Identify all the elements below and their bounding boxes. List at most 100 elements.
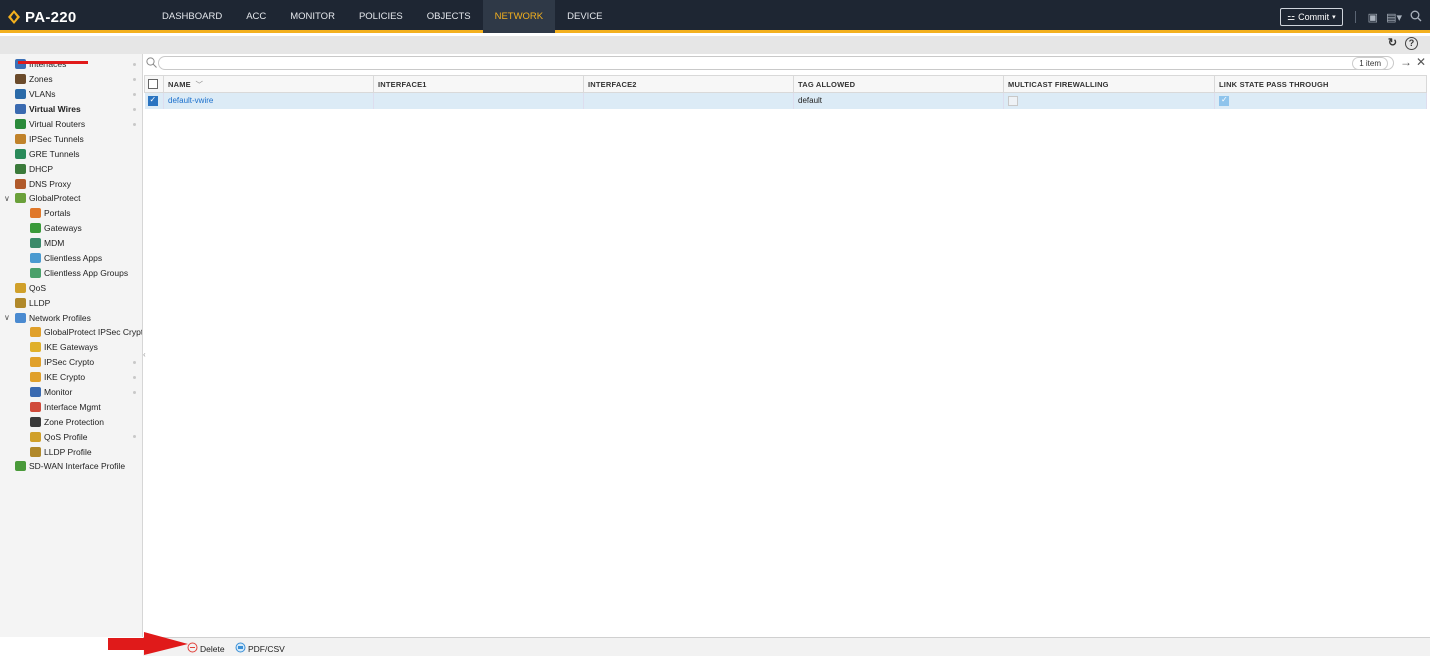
sidebar-item-label: GlobalProtect bbox=[29, 193, 81, 204]
sidebar-item-ike-gateways[interactable]: IKE Gateways bbox=[0, 340, 142, 355]
tab-objects[interactable]: OBJECTS bbox=[415, 0, 483, 33]
sidebar-item-label: Virtual Wires bbox=[29, 104, 81, 115]
zones-icon bbox=[15, 74, 26, 85]
sidebar-item-label: VLANs bbox=[29, 89, 56, 100]
search-icon[interactable] bbox=[1410, 10, 1422, 25]
qos-profile-icon bbox=[30, 431, 41, 442]
network-sidebar: Interfaces Zones VLANs Virtual Wires Virtual… bbox=[0, 54, 143, 637]
column-header-multicast-firewalling[interactable]: MULTICAST FIREWALLING bbox=[1003, 75, 1215, 93]
sidebar-item-monitor[interactable]: Monitor bbox=[0, 385, 142, 400]
sidebar-item-label: LLDP bbox=[29, 297, 51, 308]
sidebar-item-lldp[interactable]: LLDP bbox=[0, 295, 142, 310]
sidebar-item-interface-mgmt[interactable]: Interface Mgmt bbox=[0, 399, 142, 414]
delete-button[interactable]: Delete bbox=[187, 642, 225, 655]
virtual-wires-icon bbox=[15, 104, 26, 115]
multicast-firewalling-checkbox bbox=[1008, 95, 1018, 106]
virtual-wires-table: NAME ﹀ INTERFACE1 INTERFACE2 TAG ALLOWED… bbox=[144, 75, 1427, 109]
sidebar-item-network-profiles[interactable]: ∨ Network Profiles bbox=[0, 310, 142, 325]
cell-link-state-pass-through bbox=[1214, 92, 1427, 109]
cell-name[interactable]: default-vwire bbox=[163, 92, 374, 109]
help-icon[interactable]: ? bbox=[1405, 37, 1418, 50]
tab-network[interactable]: NETWORK bbox=[482, 0, 556, 33]
sidebar-item-qos[interactable]: QoS bbox=[0, 280, 142, 295]
tab-acc[interactable]: ACC bbox=[234, 0, 278, 33]
sidebar-item-label: Monitor bbox=[44, 387, 73, 398]
sidebar-item-vlans[interactable]: VLANs bbox=[0, 87, 142, 102]
sidebar-item-label: Gateways bbox=[44, 223, 82, 234]
sidebar-item-label: LLDP Profile bbox=[44, 446, 92, 457]
sidebar-item-sd-wan-interface-profile[interactable]: SD-WAN Interface Profile bbox=[0, 459, 142, 474]
sidebar-item-portals[interactable]: Portals bbox=[0, 206, 142, 221]
network-profiles-icon bbox=[15, 312, 26, 323]
status-dot bbox=[133, 92, 136, 96]
status-dot bbox=[133, 360, 136, 364]
pdf-csv-button[interactable]: PDF/CSV bbox=[235, 642, 285, 655]
sidebar-item-label: Zones bbox=[29, 74, 53, 85]
lock-config-icon[interactable]: ▣ bbox=[1368, 11, 1378, 24]
sidebar-item-ipsec-crypto[interactable]: IPSec Crypto bbox=[0, 355, 142, 370]
apply-filter-arrow-icon[interactable]: → bbox=[1400, 55, 1412, 69]
mdm-icon bbox=[30, 238, 41, 249]
sidebar-item-label: Portals bbox=[44, 208, 71, 219]
tab-policies[interactable]: POLICIES bbox=[347, 0, 415, 33]
sidebar-item-globalprotect[interactable]: ∨ GlobalProtect bbox=[0, 191, 142, 206]
status-dot bbox=[133, 63, 136, 66]
commit-button[interactable]: ⚍ Commit ▾ bbox=[1280, 8, 1343, 26]
delete-label: Delete bbox=[200, 643, 225, 654]
sidebar-item-label: Network Profiles bbox=[29, 312, 91, 323]
filter-input[interactable] bbox=[158, 56, 1394, 70]
header-actions: ⚍ Commit ▾ ▣ ▤▾ bbox=[1280, 7, 1422, 27]
sidebar-item-label: MDM bbox=[44, 238, 65, 249]
config-menu-icon[interactable]: ▤▾ bbox=[1386, 11, 1402, 24]
select-all-header[interactable] bbox=[144, 75, 164, 93]
bottom-action-bar: Delete PDF/CSV bbox=[143, 637, 1430, 656]
row-checkbox[interactable] bbox=[147, 95, 158, 106]
sidebar-item-clientless-app-groups[interactable]: Clientless App Groups bbox=[0, 265, 142, 280]
commit-label: Commit bbox=[1298, 12, 1330, 22]
select-all-checkbox[interactable] bbox=[148, 79, 158, 89]
sidebar-item-zones[interactable]: Zones bbox=[0, 72, 142, 87]
column-header-link-state-pass-through[interactable]: LINK STATE PASS THROUGH bbox=[1214, 75, 1427, 93]
column-header-tag-allowed[interactable]: TAG ALLOWED bbox=[793, 75, 1004, 93]
app-logo[interactable]: PA-220 bbox=[8, 7, 77, 27]
export-label: PDF/CSV bbox=[248, 643, 285, 654]
tab-device[interactable]: DEVICE bbox=[555, 0, 614, 33]
gre-tunnels-icon bbox=[15, 148, 26, 159]
clear-filter-icon[interactable]: ✕ bbox=[1416, 55, 1426, 69]
tab-monitor[interactable]: MONITOR bbox=[278, 0, 347, 33]
sidebar-item-dns-proxy[interactable]: DNS Proxy bbox=[0, 176, 142, 191]
row-name-link[interactable]: default-vwire bbox=[168, 96, 213, 105]
expand-chevron-icon[interactable]: ∨ bbox=[4, 194, 10, 203]
sidebar-item-globalprotect-ipsec-crypto[interactable]: GlobalProtect IPSec Crypto bbox=[0, 325, 142, 340]
table-header-row: NAME ﹀ INTERFACE1 INTERFACE2 TAG ALLOWED… bbox=[144, 75, 1427, 93]
column-header-interface1[interactable]: INTERFACE1 bbox=[373, 75, 584, 93]
sidebar-item-virtual-wires[interactable]: Virtual Wires bbox=[0, 102, 142, 117]
row-select-cell[interactable] bbox=[144, 92, 164, 109]
sidebar-item-dhcp[interactable]: DHCP bbox=[0, 161, 142, 176]
column-header-name[interactable]: NAME ﹀ bbox=[163, 75, 374, 93]
sidebar-item-label: DHCP bbox=[29, 163, 54, 174]
lldp-profile-icon bbox=[30, 446, 41, 457]
tab-dashboard[interactable]: DASHBOARD bbox=[150, 0, 234, 33]
sidebar-item-interfaces[interactable]: Interfaces bbox=[0, 57, 142, 72]
expand-chevron-icon[interactable]: ∨ bbox=[4, 313, 10, 322]
sidebar-item-clientless-apps[interactable]: Clientless Apps bbox=[0, 251, 142, 266]
table-row[interactable]: default-vwire default bbox=[144, 92, 1427, 109]
sidebar-item-lldp-profile[interactable]: LLDP Profile bbox=[0, 444, 142, 459]
sidebar-item-gre-tunnels[interactable]: GRE Tunnels bbox=[0, 146, 142, 161]
sidebar-item-ike-crypto[interactable]: IKE Crypto bbox=[0, 370, 142, 385]
sidebar-item-zone-protection[interactable]: Zone Protection bbox=[0, 414, 142, 429]
top-navigation-bar: PA-220 DASHBOARD ACC MONITOR POLICIES OB… bbox=[0, 0, 1430, 33]
sidebar-item-virtual-routers[interactable]: Virtual Routers bbox=[0, 117, 142, 132]
sidebar-item-gateways[interactable]: Gateways bbox=[0, 221, 142, 236]
refresh-icon[interactable]: ↻ bbox=[1386, 37, 1399, 50]
sidebar-item-mdm[interactable]: MDM bbox=[0, 236, 142, 251]
vlans-icon bbox=[15, 89, 26, 100]
clientless-app-groups-icon bbox=[30, 267, 41, 278]
sidebar-item-qos-profile[interactable]: QoS Profile bbox=[0, 429, 142, 444]
column-header-interface2[interactable]: INTERFACE2 bbox=[583, 75, 794, 93]
sidebar-item-ipsec-tunnels[interactable]: IPSec Tunnels bbox=[0, 131, 142, 146]
qos-icon bbox=[15, 282, 26, 293]
export-icon bbox=[235, 642, 246, 655]
status-dot bbox=[133, 375, 136, 379]
